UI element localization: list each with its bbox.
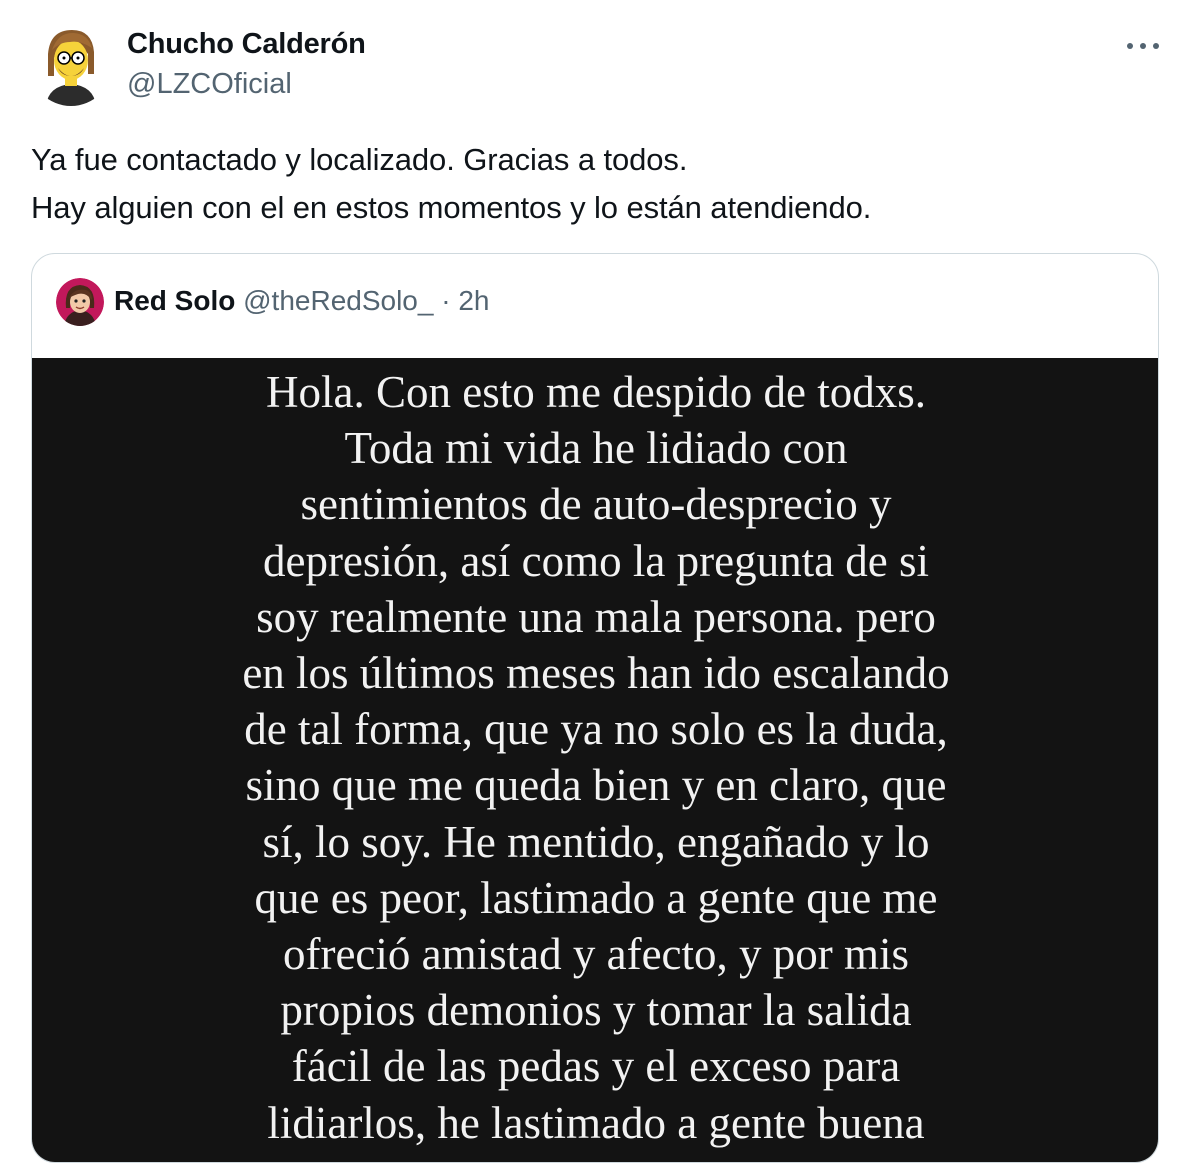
tweet-text-line: Ya fue contactado y localizado. Gracias … [31,142,688,177]
story-text-line: lidiarlos, he lastimado a gente buena [267,1097,925,1148]
story-text-line: propios demonios y tomar la salida [280,985,912,1036]
quote-author-name[interactable]: Red Solo [114,285,235,316]
story-text-line: de tal forma, que ya no solo es la duda, [244,704,948,755]
quote-author-avatar[interactable] [56,278,104,326]
tweet: Chucho Calderón @LZCOficial Ya fue conta… [0,0,1194,1163]
tweet-text: Ya fue contactado y localizado. Gracias … [31,136,1161,232]
author-name[interactable]: Chucho Calderón [127,28,366,61]
story-text-line: fácil de las pedas y el exceso para [291,1041,901,1092]
story-text-line: soy realmente una mala persona. pero [256,591,936,642]
story-text-line: Toda mi vida he lidiado con [344,423,848,474]
story-text-line: sentimientos de auto-desprecio y [300,479,892,530]
author-avatar[interactable] [30,24,112,106]
story-text-line: en los últimos meses han ido escalando [242,648,950,699]
separator-dot: · [441,285,451,316]
quote-timestamp[interactable]: 2h [458,285,489,316]
story-text-line: ofreció amistad y afecto, y por mis [282,929,910,980]
quote-author-handle[interactable]: @theRedSolo_ [243,285,433,316]
story-text-line: Hola. Con esto me despido de todxs. [266,367,926,417]
cartoon-avatar-icon [56,278,104,326]
tweet-text-line: Hay alguien con el en estos momentos y l… [31,190,872,225]
story-text-line: depresión, así como la pregunta de si [262,535,930,586]
quote-story-image[interactable]: Hola. Con esto me despido de todxs. Toda… [32,358,1158,1162]
cartoon-avatar-icon [30,24,112,106]
quote-header: Red Solo @theRedSolo_ · 2h [114,285,490,317]
more-options-button[interactable] [1118,26,1168,66]
story-text-line: que es peor, lastimado a gente que me [254,872,938,923]
story-text-line: sino que me queda bien y en claro, que [245,760,947,811]
story-text-line: sí, lo soy. He mentido, engañado y lo [262,816,930,867]
more-options-icon [1127,43,1159,49]
story-text: Hola. Con esto me despido de todxs. Toda… [32,364,1158,1151]
author-handle[interactable]: @LZCOficial [127,68,292,101]
quoted-tweet-card[interactable]: Red Solo @theRedSolo_ · 2h Hola. Con est… [31,253,1159,1163]
